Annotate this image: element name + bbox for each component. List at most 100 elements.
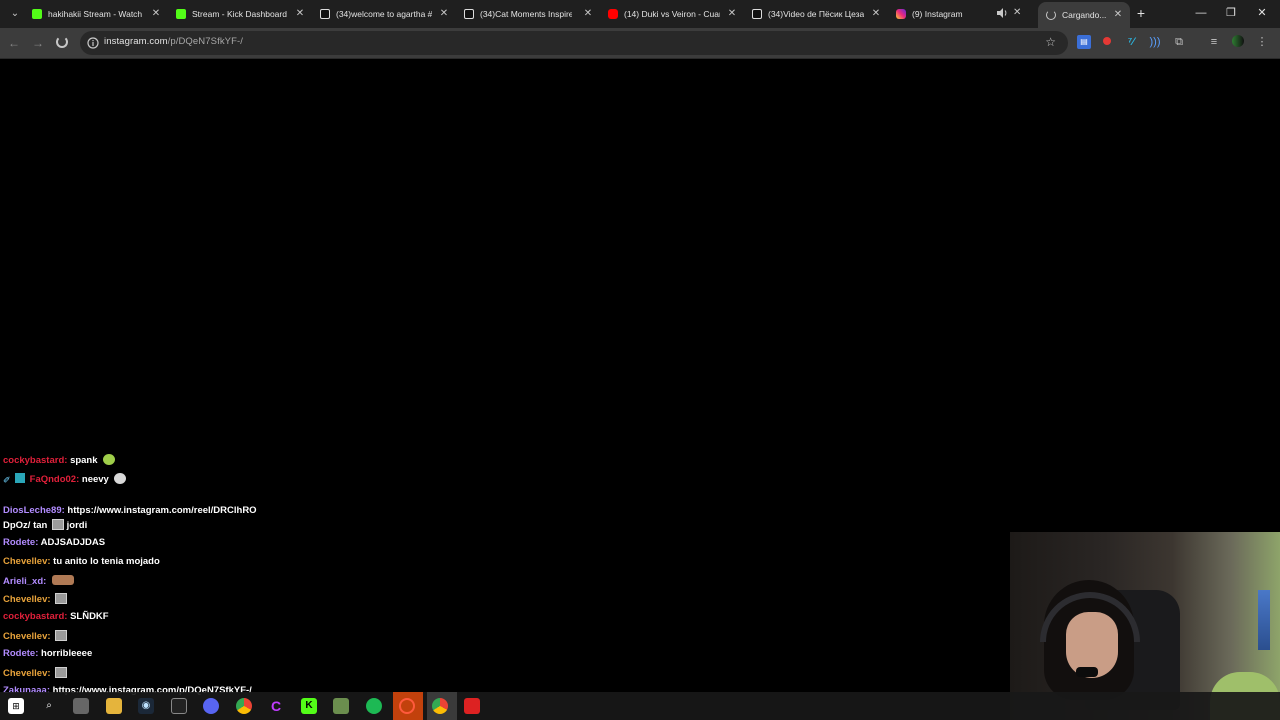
close-tab-icon[interactable]: ✕ [726,7,738,21]
emote-icon [55,630,68,641]
media-controls-icon[interactable]: ≡ [1207,35,1221,49]
url-text[interactable]: instagram.com/p/DQeN7SfkYF-/ [104,36,243,47]
opera-gx-icon[interactable] [399,698,415,714]
chat-username: Rodete: [3,537,39,548]
chat-text: https://www.instagram.com/reel/DRClhRO [67,505,257,516]
tab-youtube[interactable]: (14) Duki vs Veiron - Cuarto ✕ [608,4,738,24]
chat-username: Arieli_xd: [3,576,47,587]
profile-avatar[interactable] [1231,35,1245,49]
chat-message: ✐ FaQndo02: neevy [3,473,127,485]
close-tab-icon[interactable]: ✕ [294,7,306,21]
speaker-icon[interactable] [996,7,1008,19]
chat-message: Chevellev: [3,630,68,642]
chat-username: Chevellev: [3,556,51,567]
url-domain: instagram.com [104,36,168,47]
url-path: /p/DQeN7SfkYF-/ [167,36,244,47]
file-explorer-icon[interactable] [106,698,122,714]
tab-kick-stream[interactable]: hakihakii Stream - Watch Li ✕ [32,4,162,24]
tab-title: (14) Duki vs Veiron - Cuarto [624,9,720,19]
tab-title: (34)Cat Moments Inspired [480,9,572,19]
tab-kick-dashboard[interactable]: Stream - Kick Dashboard ✕ [176,4,306,24]
minimize-button[interactable]: — [1188,4,1214,22]
chat-text: SLÑDKF [70,611,109,622]
emote-icon [51,575,74,585]
extension-translate-icon[interactable]: ▤ [1077,35,1091,49]
chrome-icon[interactable] [236,698,252,714]
extension-record-icon[interactable] [1100,35,1114,49]
restore-button[interactable]: ❐ [1218,4,1244,22]
chat-message: Rodete: horribleeee [3,648,92,659]
chat-message: DiosLeche89: https://www.instagram.com/r… [3,505,257,516]
chat-message: Rodete: ADJSADJDAS [3,537,105,548]
chat-username: FaQndo02: [29,474,80,485]
chrome-profile-icon[interactable] [432,698,448,714]
emote-icon [55,667,68,678]
windows-taskbar [0,692,1280,720]
extension-bolt-icon[interactable]: ⁷⁄ [1124,35,1138,49]
task-view-icon[interactable] [73,698,89,714]
tab-title: hakihakii Stream - Watch Li [48,9,144,19]
kick-icon [32,9,42,19]
frog-emote-icon [103,454,116,465]
chat-username: Chevellev: [3,668,51,679]
extension-wave-icon[interactable]: ))) [1148,35,1162,49]
chat-username: DiosLeche89: [3,505,65,516]
chat-message: cockybastard: SLÑDKF [3,611,109,622]
streaming-app-icon[interactable] [464,698,480,714]
canva-icon[interactable]: C [268,698,284,714]
subscriber-badge-icon [15,473,25,483]
close-window-button[interactable]: ✕ [1249,4,1275,22]
tab-title: (9) Instagram [912,9,963,19]
pixel-sword-decoration [1258,590,1270,650]
minecraft-icon[interactable] [333,698,349,714]
close-tab-icon[interactable]: ✕ [438,7,450,21]
tiktok-icon [464,9,474,19]
chat-message: Chevellev: tu anito lo tenia mojado [3,556,160,567]
close-tab-icon[interactable]: ✕ [1112,8,1124,22]
youtube-icon [608,9,618,19]
chat-text: DpOz/ tan [3,520,48,531]
chat-text-tail: jordi [66,520,88,531]
chat-username: Chevellev: [3,594,51,605]
kick-icon [176,9,186,19]
extensions-puzzle-icon[interactable]: ⧉ [1172,35,1186,49]
tab-search-chevron-icon[interactable]: ⌄ [6,6,24,22]
steam-icon[interactable]: ◉ [138,698,154,714]
tab-title: Stream - Kick Dashboard [192,9,287,19]
tab-tiktok-3[interactable]: (34)Video de Пёсик Цезар ✕ [752,4,882,24]
microphone [1076,667,1098,677]
chrome-menu-icon[interactable]: ⋮ [1255,35,1269,49]
site-info-icon[interactable] [87,37,99,49]
close-tab-icon[interactable]: ✕ [1013,7,1021,18]
chat-text: tu anito lo tenia mojado [53,556,160,567]
close-tab-icon[interactable]: ✕ [870,7,882,21]
back-button[interactable]: ← [6,35,22,51]
close-tab-icon[interactable]: ✕ [150,7,162,21]
forward-button[interactable]: → [30,35,46,51]
new-tab-button[interactable]: + [1134,5,1148,21]
chat-username: cockybastard: [3,611,68,622]
discord-icon[interactable] [203,698,219,714]
obs-icon[interactable] [171,698,187,714]
search-icon[interactable]: ⌕ [41,698,57,714]
tab-tiktok-2[interactable]: (34)Cat Moments Inspired ✕ [464,4,594,24]
chat-text: spank [70,455,98,466]
spotify-icon[interactable] [366,698,382,714]
tab-loading-active[interactable]: Cargando... ✕ [1038,2,1130,28]
chat-message: Chevellev: [3,667,68,679]
chat-username: Chevellev: [3,631,51,642]
tab-strip: ⌄ hakihakii Stream - Watch Li ✕ Stream -… [0,0,1280,28]
stop-loading-button[interactable] [56,36,68,48]
cat-emote-icon [114,473,127,484]
tiktok-icon [320,9,330,19]
bookmark-star-icon[interactable]: ☆ [1045,35,1056,49]
loading-icon [1046,10,1056,20]
windows-start-icon[interactable]: ⊞ [8,698,24,714]
close-tab-icon[interactable]: ✕ [582,7,594,21]
instagram-icon [896,9,906,19]
chat-message: Arieli_xd: [3,575,74,587]
address-bar[interactable]: instagram.com/p/DQeN7SfkYF-/ ☆ [80,31,1068,55]
moderator-sword-icon: ✐ [3,475,11,485]
tab-tiktok-1[interactable]: (34)welcome to agartha #a ✕ [320,4,450,24]
kick-taskbar-icon[interactable]: K [301,698,317,714]
